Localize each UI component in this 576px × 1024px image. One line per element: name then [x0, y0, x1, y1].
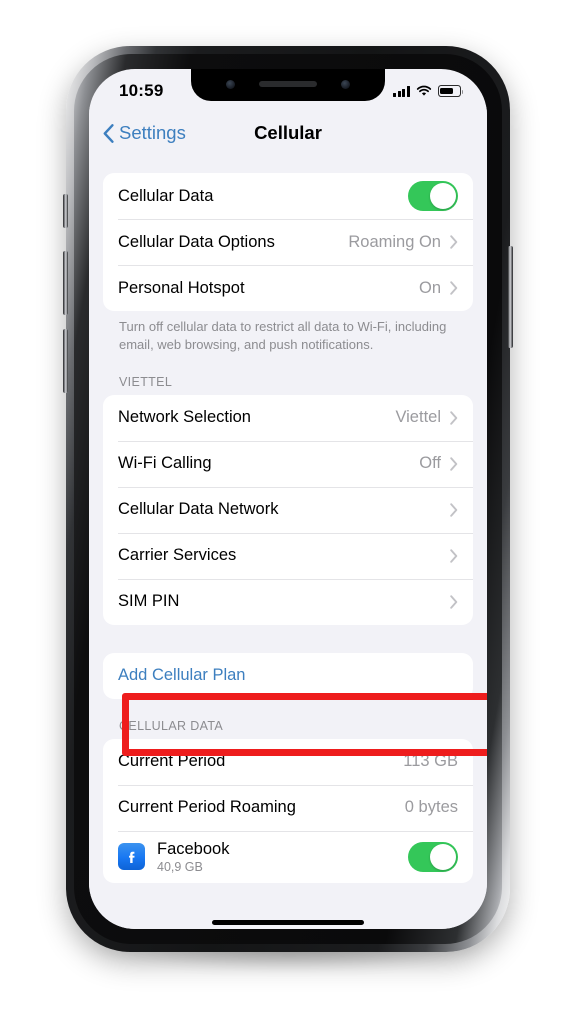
navigation-bar: Settings Cellular	[89, 107, 487, 159]
wifi-icon	[416, 85, 432, 96]
chevron-left-icon	[103, 123, 114, 143]
row-cellular-data[interactable]: Cellular Data	[103, 173, 473, 219]
row-current-period[interactable]: Current Period 113 GB	[103, 739, 473, 785]
cellular-data-footnote: Turn off cellular data to restrict all d…	[119, 319, 447, 353]
earpiece-speaker-icon	[259, 81, 317, 87]
status-bar-time: 10:59	[119, 81, 164, 100]
screenshot-canvas: 10:59 Settings Cellular Cellular Data Ce…	[0, 0, 576, 1024]
carrier-section-header: VIETTEL	[119, 374, 173, 389]
phone-inner-bezel: 10:59 Settings Cellular Cellular Data Ce…	[74, 54, 502, 944]
row-label: Cellular Data Options	[118, 232, 275, 251]
row-label: Personal Hotspot	[118, 278, 245, 297]
back-to-settings-button[interactable]: Settings	[103, 122, 186, 144]
phone-screen: 10:59 Settings Cellular Cellular Data Ce…	[89, 69, 487, 929]
spacer-top	[103, 159, 473, 173]
row-value: 113 GB	[403, 752, 458, 771]
phone-screen-bezel: 10:59 Settings Cellular Cellular Data Ce…	[89, 69, 487, 929]
device-notch	[191, 69, 385, 101]
facebook-cellular-toggle[interactable]	[408, 841, 458, 872]
chevron-right-icon	[450, 235, 458, 249]
toggle-knob	[429, 843, 456, 871]
row-value: 0 bytes	[404, 798, 458, 817]
row-carrier-services[interactable]: Carrier Services	[103, 532, 473, 579]
back-button-label: Settings	[119, 122, 186, 143]
row-cellular-data-network[interactable]: Cellular Data Network	[103, 486, 473, 533]
page-title: Cellular	[254, 122, 322, 143]
row-wifi-calling[interactable]: Wi-Fi Calling Off	[103, 440, 473, 487]
row-label: Current Period	[118, 752, 226, 771]
row-value: Off	[419, 454, 441, 473]
mute-switch-button[interactable]	[63, 194, 68, 228]
row-label: Carrier Services	[118, 546, 237, 565]
battery-icon	[438, 85, 464, 97]
row-value: On	[418, 278, 441, 297]
cellular-data-group-card: Cellular Data Cellular Data Options Roam…	[103, 173, 473, 311]
row-label: Cellular Data Network	[118, 500, 279, 519]
add-cellular-plan-card: Add Cellular Plan	[103, 652, 473, 699]
volume-down-button[interactable]	[63, 329, 68, 393]
row-label: Network Selection	[118, 408, 251, 427]
chevron-right-icon	[450, 503, 458, 517]
spacer-add-plan	[103, 625, 473, 653]
cellular-data-toggle[interactable]	[408, 181, 458, 211]
face-id-sensor-icon	[341, 79, 350, 89]
cellular-data-usage-card: Current Period 113 GB Current Period Roa…	[103, 738, 473, 883]
iphone-device-frame: 10:59 Settings Cellular Cellular Data Ce…	[63, 46, 513, 952]
toggle-knob	[429, 182, 456, 210]
row-cellular-data-options[interactable]: Cellular Data Options Roaming On	[103, 219, 473, 265]
row-sim-pin[interactable]: SIM PIN	[103, 578, 473, 625]
row-value: Roaming On	[348, 232, 441, 251]
row-personal-hotspot[interactable]: Personal Hotspot On	[103, 265, 473, 311]
row-label: Cellular Data	[118, 186, 214, 205]
chevron-right-icon	[450, 411, 458, 425]
home-indicator[interactable]	[212, 920, 364, 925]
facebook-icon	[118, 843, 145, 871]
chevron-right-icon	[450, 457, 458, 471]
row-label: Current Period Roaming	[118, 798, 296, 817]
row-network-selection[interactable]: Network Selection Viettel	[103, 395, 473, 441]
row-label: Wi-Fi Calling	[118, 454, 212, 473]
chevron-right-icon	[450, 595, 458, 609]
add-cellular-plan-label: Add Cellular Plan	[118, 666, 246, 685]
row-value: Viettel	[395, 408, 441, 427]
chevron-right-icon	[450, 281, 458, 295]
row-app-facebook[interactable]: Facebook 40,9 GB	[103, 830, 473, 883]
volume-up-button[interactable]	[63, 251, 68, 315]
side-power-button[interactable]	[508, 246, 513, 348]
app-text-block: Facebook 40,9 GB	[157, 840, 408, 874]
row-label: SIM PIN	[118, 592, 180, 611]
app-name: Facebook	[157, 839, 230, 858]
app-data-usage: 40,9 GB	[157, 859, 203, 874]
cellular-bars-icon	[393, 85, 410, 97]
settings-scroll-content[interactable]: Cellular Data Cellular Data Options Roam…	[89, 159, 487, 929]
front-camera-icon	[226, 79, 235, 89]
cellular-data-usage-header: CELLULAR DATA	[119, 718, 224, 733]
status-bar-indicators	[393, 85, 464, 97]
carrier-group-card: Network Selection Viettel Wi-Fi Calling …	[103, 394, 473, 625]
chevron-right-icon	[450, 549, 458, 563]
row-add-cellular-plan[interactable]: Add Cellular Plan	[103, 653, 473, 699]
row-current-period-roaming[interactable]: Current Period Roaming 0 bytes	[103, 784, 473, 831]
